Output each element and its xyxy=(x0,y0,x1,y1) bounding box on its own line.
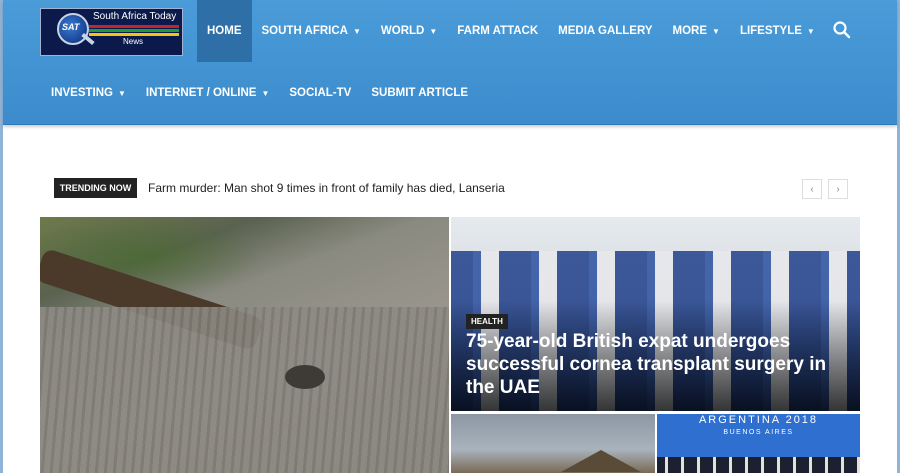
nav-home[interactable]: HOME xyxy=(197,0,252,62)
nav-investing[interactable]: INVESTING ▼ xyxy=(41,62,136,124)
featured-tile-house[interactable] xyxy=(451,414,655,473)
chevron-down-icon: ▼ xyxy=(117,88,126,98)
chevron-down-icon: ▼ xyxy=(429,26,438,36)
chevron-down-icon: ▼ xyxy=(712,26,720,36)
featured-tile-elephant[interactable] xyxy=(40,217,449,473)
site-header: SAT South Africa Today News HOME SOUTH A… xyxy=(3,0,897,125)
article-title[interactable]: 75-year-old British expat undergoes succ… xyxy=(466,330,836,399)
trending-next-button[interactable]: › xyxy=(828,179,848,199)
logo-title: South Africa Today xyxy=(93,11,177,22)
nav-more[interactable]: MORE ▼ xyxy=(663,0,730,62)
trending-prev-button[interactable]: ‹ xyxy=(802,179,822,199)
nav-internet-online[interactable]: INTERNET / ONLINE ▼ xyxy=(136,62,279,124)
site-logo[interactable]: SAT South Africa Today News xyxy=(40,8,183,56)
image-elephant xyxy=(40,307,449,473)
nav-south-africa[interactable]: SOUTH AFRICA ▼ xyxy=(252,0,371,62)
image-roof xyxy=(561,450,641,472)
image-text-buenos-aires: BUENOS AIRES xyxy=(723,429,794,436)
trending-label: TRENDING NOW xyxy=(54,178,137,198)
primary-nav: HOME SOUTH AFRICA ▼ WORLD ▼ FARM ATTACK ME… xyxy=(197,0,825,62)
search-icon[interactable] xyxy=(832,20,852,40)
nav-media-gallery[interactable]: MEDIA GALLERY xyxy=(548,0,662,62)
nav-farm-attack[interactable]: FARM ATTACK xyxy=(447,0,548,62)
category-badge[interactable]: HEALTH xyxy=(466,314,508,329)
image-crowd xyxy=(657,457,860,473)
chevron-down-icon: ▼ xyxy=(806,26,815,36)
logo-stripe-yellow xyxy=(89,33,179,36)
chevron-down-icon: ▼ xyxy=(352,26,361,36)
chevron-down-icon: ▼ xyxy=(261,88,270,98)
featured-tile-argentina[interactable]: ARGENTINA 2018 BUENOS AIRES xyxy=(657,414,860,473)
logo-subtitle: News xyxy=(123,37,144,46)
featured-tile-health[interactable]: HEALTH 75-year-old British expat undergo… xyxy=(451,217,860,411)
nav-social-tv[interactable]: SOCIAL-TV xyxy=(279,62,361,124)
nav-lifestyle[interactable]: LIFESTYLE ▼ xyxy=(730,0,825,62)
nav-world[interactable]: WORLD ▼ xyxy=(371,0,447,62)
secondary-nav: INVESTING ▼ INTERNET / ONLINE ▼ SOCIAL-TV … xyxy=(41,62,478,124)
image-elephant-eye xyxy=(285,365,325,389)
trending-headline[interactable]: Farm murder: Man shot 9 times in front o… xyxy=(148,181,505,195)
image-text-argentina: ARGENTINA 2018 xyxy=(698,414,819,426)
nav-submit-article[interactable]: SUBMIT ARTICLE xyxy=(361,62,478,124)
logo-magnifier-icon: SAT xyxy=(57,13,89,45)
logo-stripe-red xyxy=(89,25,179,28)
logo-stripe-green xyxy=(89,29,179,32)
